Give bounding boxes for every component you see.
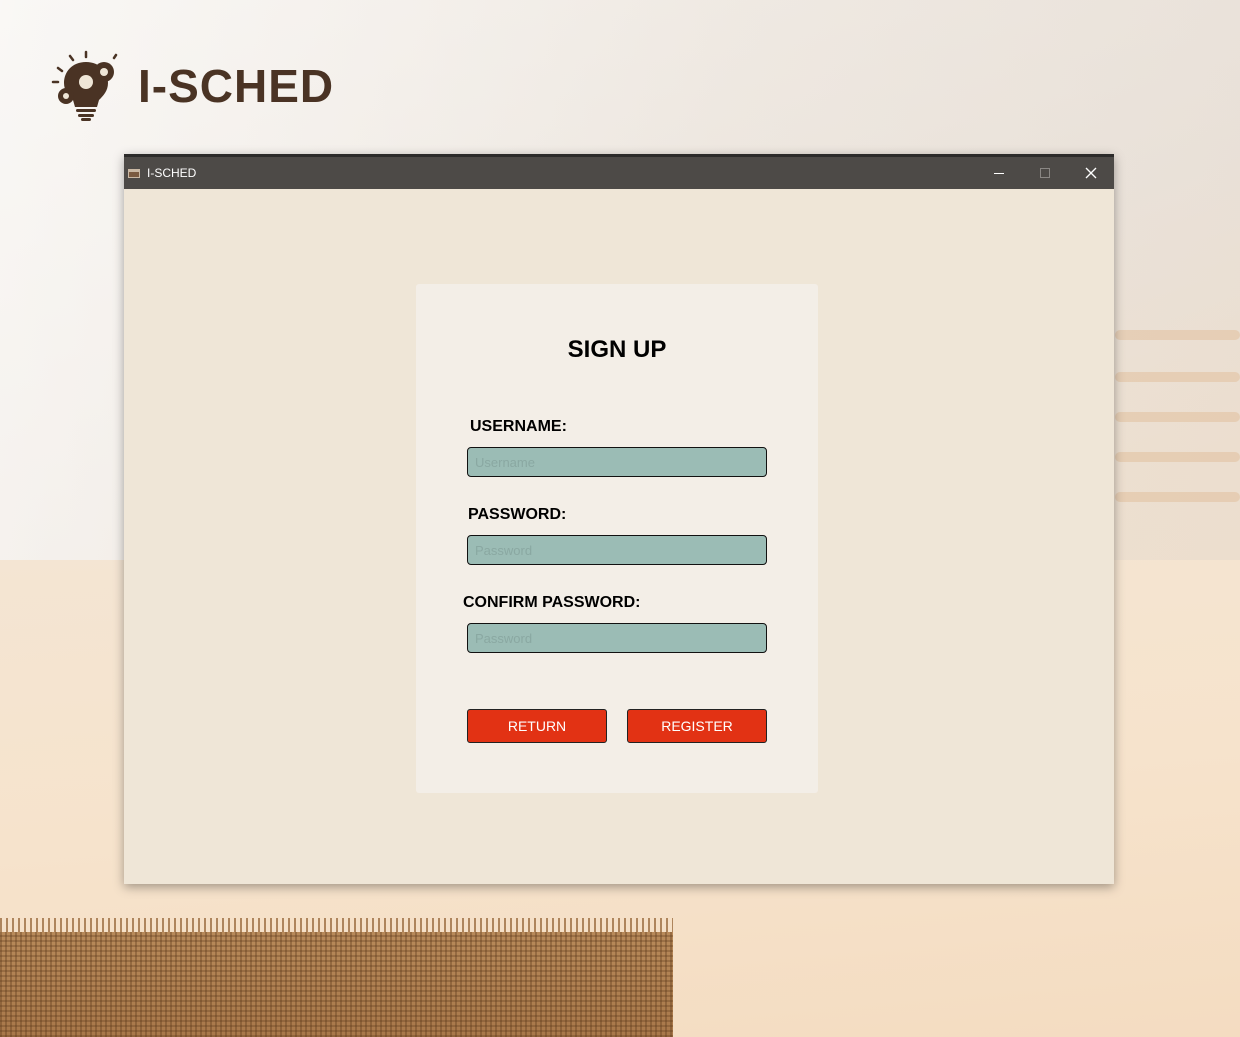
window-title: I-SCHED xyxy=(147,166,197,180)
light-stripe xyxy=(1115,412,1240,422)
burlap-cloth xyxy=(0,932,673,1037)
brand-name: I-SCHED xyxy=(138,60,335,112)
username-label: USERNAME: xyxy=(470,418,567,435)
app-icon xyxy=(128,168,140,178)
return-button[interactable]: RETURN xyxy=(467,709,607,743)
light-stripe xyxy=(1115,330,1240,340)
username-input[interactable] xyxy=(467,447,767,477)
brand: I-SCHED xyxy=(50,48,334,124)
lightbulb-gears-icon xyxy=(51,50,118,121)
light-stripe xyxy=(1115,452,1240,462)
password-input[interactable] xyxy=(467,535,767,565)
signup-card: SIGN UP USERNAME: PASSWORD: CONFIRM PASS… xyxy=(416,284,818,793)
maximize-icon xyxy=(1040,168,1050,178)
password-label: PASSWORD: xyxy=(468,506,567,523)
minimize-icon xyxy=(994,173,1004,174)
close-button[interactable] xyxy=(1068,157,1114,189)
register-button[interactable]: REGISTER xyxy=(627,709,767,743)
window-controls xyxy=(976,157,1114,189)
confirm-password-label: CONFIRM PASSWORD: xyxy=(463,594,641,611)
confirm-password-input[interactable] xyxy=(467,623,767,653)
light-stripe xyxy=(1115,372,1240,382)
maximize-button[interactable] xyxy=(1022,157,1068,189)
form-title: SIGN UP xyxy=(567,336,667,363)
signup-window: I-SCHED SIGN UP USERNAME: Username PASSW… xyxy=(124,154,1114,884)
window-titlebar[interactable]: I-SCHED xyxy=(124,154,1114,189)
light-stripe xyxy=(1115,492,1240,502)
close-icon xyxy=(1085,167,1097,179)
minimize-button[interactable] xyxy=(976,157,1022,189)
